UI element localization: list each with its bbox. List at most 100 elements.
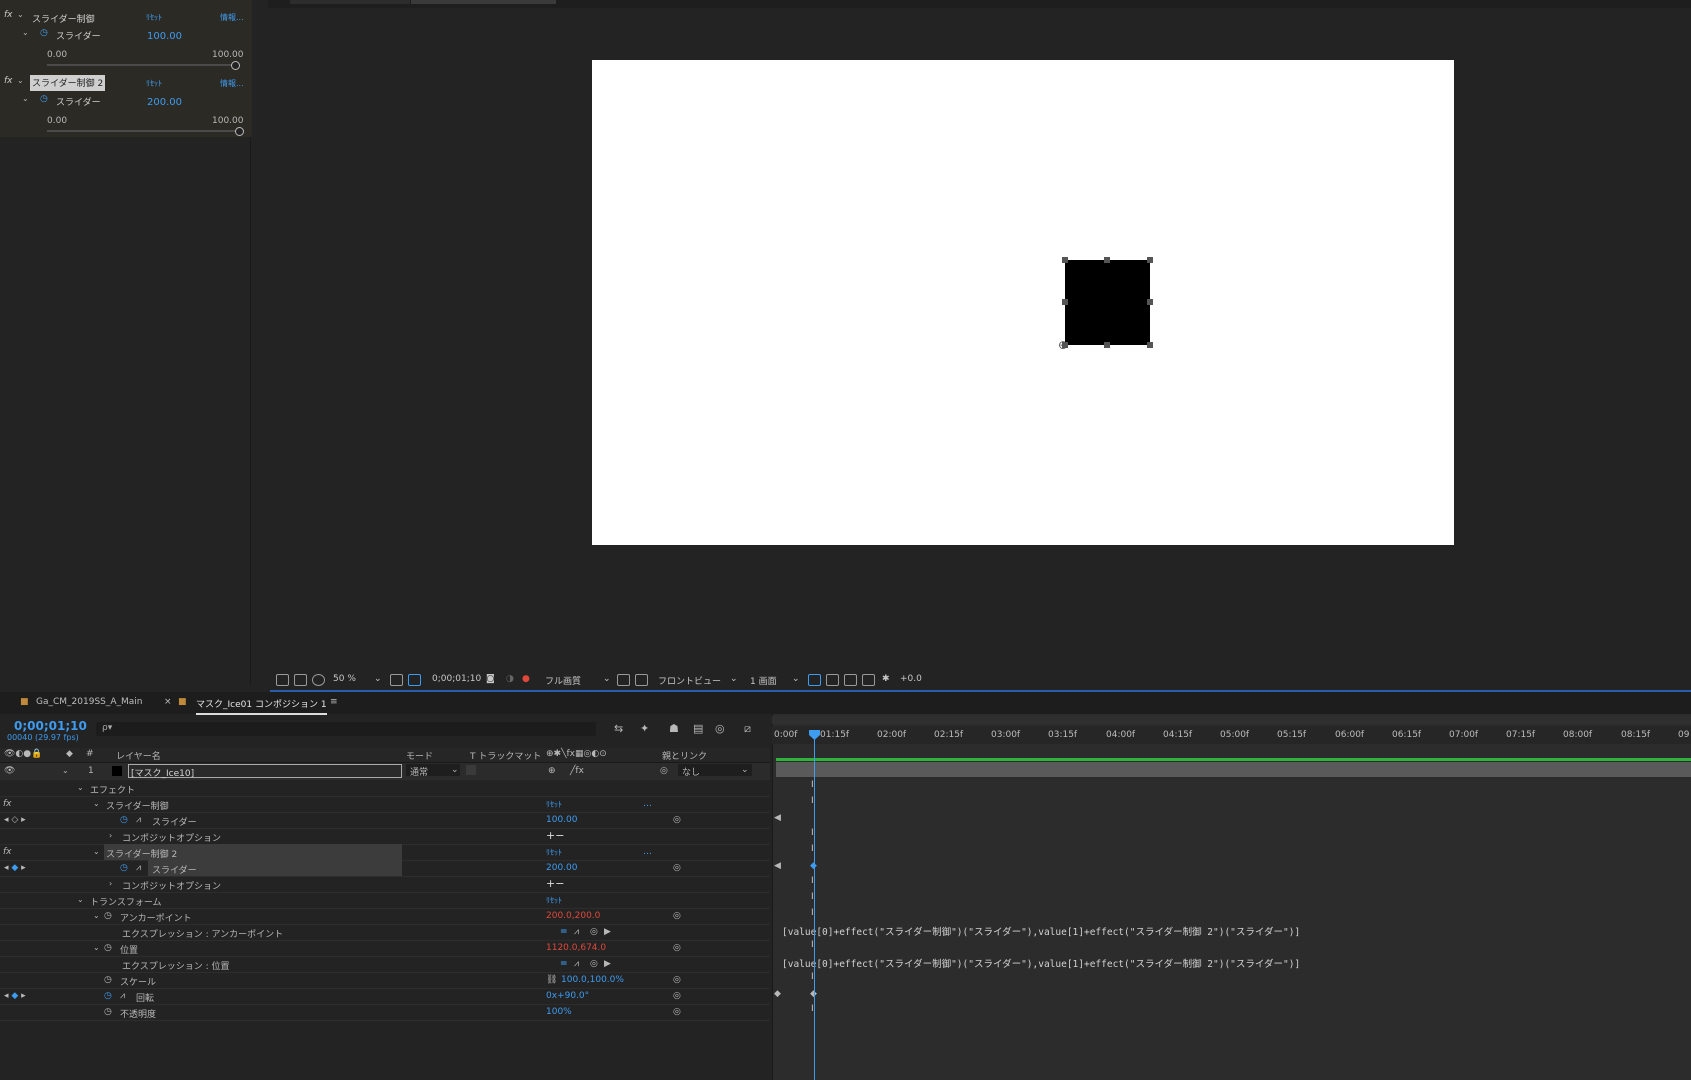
work-area-bar[interactable] xyxy=(772,716,1691,724)
property-value[interactable]: 200.00 xyxy=(546,863,578,873)
property-row[interactable]: ◷ スケール ⛓ 100.0,100.0% ◎ xyxy=(0,972,770,989)
always-preview-icon[interactable] xyxy=(276,674,289,686)
pickwhip-icon[interactable]: ◎ xyxy=(673,911,681,921)
tab-ga-cm-main[interactable]: Ga_CM_2019SS_A_Main xyxy=(36,697,143,707)
property-value[interactable]: 100.0,100.0% xyxy=(561,975,624,985)
stopwatch-icon[interactable]: ◷ xyxy=(40,28,48,38)
flowchart-icon[interactable] xyxy=(862,674,875,686)
property-value[interactable]: 100.00 xyxy=(546,815,578,825)
exposure-value[interactable]: +0.0 xyxy=(900,674,922,684)
grid-guide-icon[interactable] xyxy=(390,674,403,686)
draft-3d-icon[interactable]: ✦ xyxy=(640,722,649,735)
exposure-icon[interactable]: ✱ xyxy=(882,674,890,684)
property-value[interactable]: 0x+90.0° xyxy=(546,991,589,1001)
keyframe-icon[interactable]: ◀ xyxy=(774,861,781,871)
collapse-arrow-icon[interactable]: ⌄ xyxy=(93,847,100,856)
property-row[interactable]: ⌄ ◷ アンカーポイント 200.0,200.0 ◎ xyxy=(0,908,770,925)
viewer-tab-active[interactable] xyxy=(411,0,556,4)
effect-row[interactable]: fx ⌄ スライダー制御 ﾘｾｯﾄ … xyxy=(0,796,770,813)
expression-toggle-icon[interactable]: = xyxy=(560,959,568,969)
shy-switch-icon[interactable]: ⊕ xyxy=(548,766,556,776)
fx-icon[interactable]: fx xyxy=(4,10,13,20)
property-value[interactable]: 200.0,200.0 xyxy=(546,911,600,921)
info-link[interactable]: 情報... xyxy=(220,12,244,23)
collapse-arrow-icon[interactable]: ⌄ xyxy=(93,799,100,808)
property-value[interactable]: 1120.0,674.0 xyxy=(546,943,606,953)
transform-handle[interactable] xyxy=(1147,342,1153,348)
property-value[interactable]: 100% xyxy=(546,1007,572,1017)
effect-name[interactable]: スライダー制御 xyxy=(32,12,95,25)
hide-shy-layers-icon[interactable]: ☗ xyxy=(669,722,679,735)
slider-track[interactable] xyxy=(47,64,235,66)
fx-icon[interactable]: fx xyxy=(3,847,12,857)
viewer-timecode[interactable]: 0;00;01;10 xyxy=(432,674,481,684)
layer-search-input[interactable]: ρ▾ xyxy=(96,722,596,736)
pickwhip-icon[interactable]: ◎ xyxy=(660,766,668,776)
collapse-arrow-icon[interactable]: ⌄ xyxy=(93,911,100,920)
graph-icon[interactable]: ⩘ xyxy=(574,959,579,969)
region-of-interest-icon[interactable] xyxy=(617,674,630,686)
keyframe-nav-icon[interactable]: ◂ ◆ ▸ xyxy=(4,991,26,1001)
graph-icon[interactable]: ⩘ xyxy=(574,927,579,937)
add-remove-icon[interactable]: +− xyxy=(546,829,564,842)
slider-track[interactable] xyxy=(47,130,239,132)
view-layout-select[interactable]: 1 画面 xyxy=(750,674,777,687)
quality-switch-icon[interactable]: ╱fx xyxy=(570,766,584,776)
close-tab-icon[interactable]: × xyxy=(164,697,172,707)
comp-mini-flowchart-icon[interactable]: ⇆ xyxy=(614,722,623,735)
transform-group-row[interactable]: ⌄ トランスフォーム ﾘｾｯﾄ xyxy=(0,892,770,909)
effect-row[interactable]: fx ⌄ スライダー制御 2 ﾘｾｯﾄ … xyxy=(0,844,770,861)
expression-menu-icon[interactable]: ▶ xyxy=(604,959,611,969)
transform-handle[interactable] xyxy=(1104,342,1110,348)
expression-text-anchor[interactable]: [value[0]+effect("スライダー制御")("スライダー"),val… xyxy=(782,924,1300,938)
show-snapshot-icon[interactable]: ◑ xyxy=(506,674,514,684)
slider-value[interactable]: 100.00 xyxy=(147,31,182,42)
pickwhip-icon[interactable]: ◎ xyxy=(673,863,681,873)
timeline-timecode[interactable]: 0;00;01;10 xyxy=(14,719,87,733)
collapse-arrow-icon[interactable]: ⌄ xyxy=(77,783,84,792)
transform-handle[interactable] xyxy=(1062,299,1068,305)
composition-canvas[interactable] xyxy=(592,60,1454,545)
track-matte-toggle[interactable] xyxy=(466,765,476,775)
keyframe-nav-icon[interactable]: ◂ ◇ ▸ xyxy=(4,815,26,825)
timeline-icon[interactable] xyxy=(844,674,857,686)
viewer-tab[interactable] xyxy=(290,0,410,4)
toggle-pixel-aspect-icon[interactable] xyxy=(808,674,821,686)
layer-duration-bar[interactable] xyxy=(776,762,1691,777)
stopwatch-icon[interactable]: ◷ xyxy=(120,863,128,873)
reset-link[interactable]: ﾘｾｯﾄ xyxy=(146,12,162,23)
pickwhip-icon[interactable]: ◎ xyxy=(673,1007,681,1017)
camera-snapshot-icon[interactable]: ◙ xyxy=(486,674,495,684)
stopwatch-icon[interactable]: ◷ xyxy=(40,94,48,104)
transform-handle[interactable] xyxy=(1062,257,1068,263)
layer-row[interactable]: 👁 ⌄ 1 [マスク_Ice10] 通常 ⌄ ⊕ ╱fx ◎ なし ⌄ xyxy=(0,763,770,780)
eye-icon[interactable]: 👁 xyxy=(4,766,15,776)
expression-row[interactable]: エクスプレッション : 位置 = ⩘ ◎ ▶ xyxy=(0,956,770,973)
fast-previews-icon[interactable] xyxy=(826,674,839,686)
expression-text-position[interactable]: [value[0]+effect("スライダー制御")("スライダー"),val… xyxy=(782,956,1300,970)
tab-mask-comp[interactable]: マスク_Ice01 コンポジション 1 xyxy=(196,697,327,715)
fx-icon[interactable]: fx xyxy=(4,76,13,86)
reset-link[interactable]: ﾘｾｯﾄ xyxy=(546,895,562,906)
more-options-icon[interactable]: … xyxy=(643,799,652,809)
panel-menu-icon[interactable]: ≡ xyxy=(330,697,338,707)
stopwatch-icon[interactable]: ◷ xyxy=(104,943,112,953)
stopwatch-icon[interactable]: ◷ xyxy=(104,975,112,985)
pickwhip-icon[interactable]: ◎ xyxy=(673,943,681,953)
chevron-down-icon[interactable]: ⌄ xyxy=(792,674,800,684)
collapse-arrow-icon[interactable]: ⌄ xyxy=(22,94,29,103)
layer-name-header[interactable]: レイヤー名 xyxy=(116,749,161,762)
property-row[interactable]: ◂ ◆ ▸ ◷ ⩘ 回転 0x+90.0° ◎ xyxy=(0,988,770,1005)
current-time-indicator[interactable] xyxy=(814,730,815,1080)
effects-group-row[interactable]: ⌄ エフェクト xyxy=(0,780,770,797)
mask-visibility-icon[interactable] xyxy=(408,674,421,686)
stopwatch-icon[interactable]: ◷ xyxy=(104,1007,112,1017)
pickwhip-icon[interactable]: ◎ xyxy=(673,975,681,985)
parent-select[interactable]: なし ⌄ xyxy=(678,764,752,778)
stopwatch-icon[interactable]: ◷ xyxy=(104,911,112,921)
layer-name-field[interactable]: [マスク_Ice10] xyxy=(128,764,402,779)
keyframe-nav-icon[interactable]: ◂ ◆ ▸ xyxy=(4,863,26,873)
resolution-select[interactable]: フル画質 xyxy=(545,674,581,687)
expression-toggle-icon[interactable]: = xyxy=(560,927,568,937)
graph-editor-icon[interactable]: ⧄ xyxy=(744,722,751,736)
